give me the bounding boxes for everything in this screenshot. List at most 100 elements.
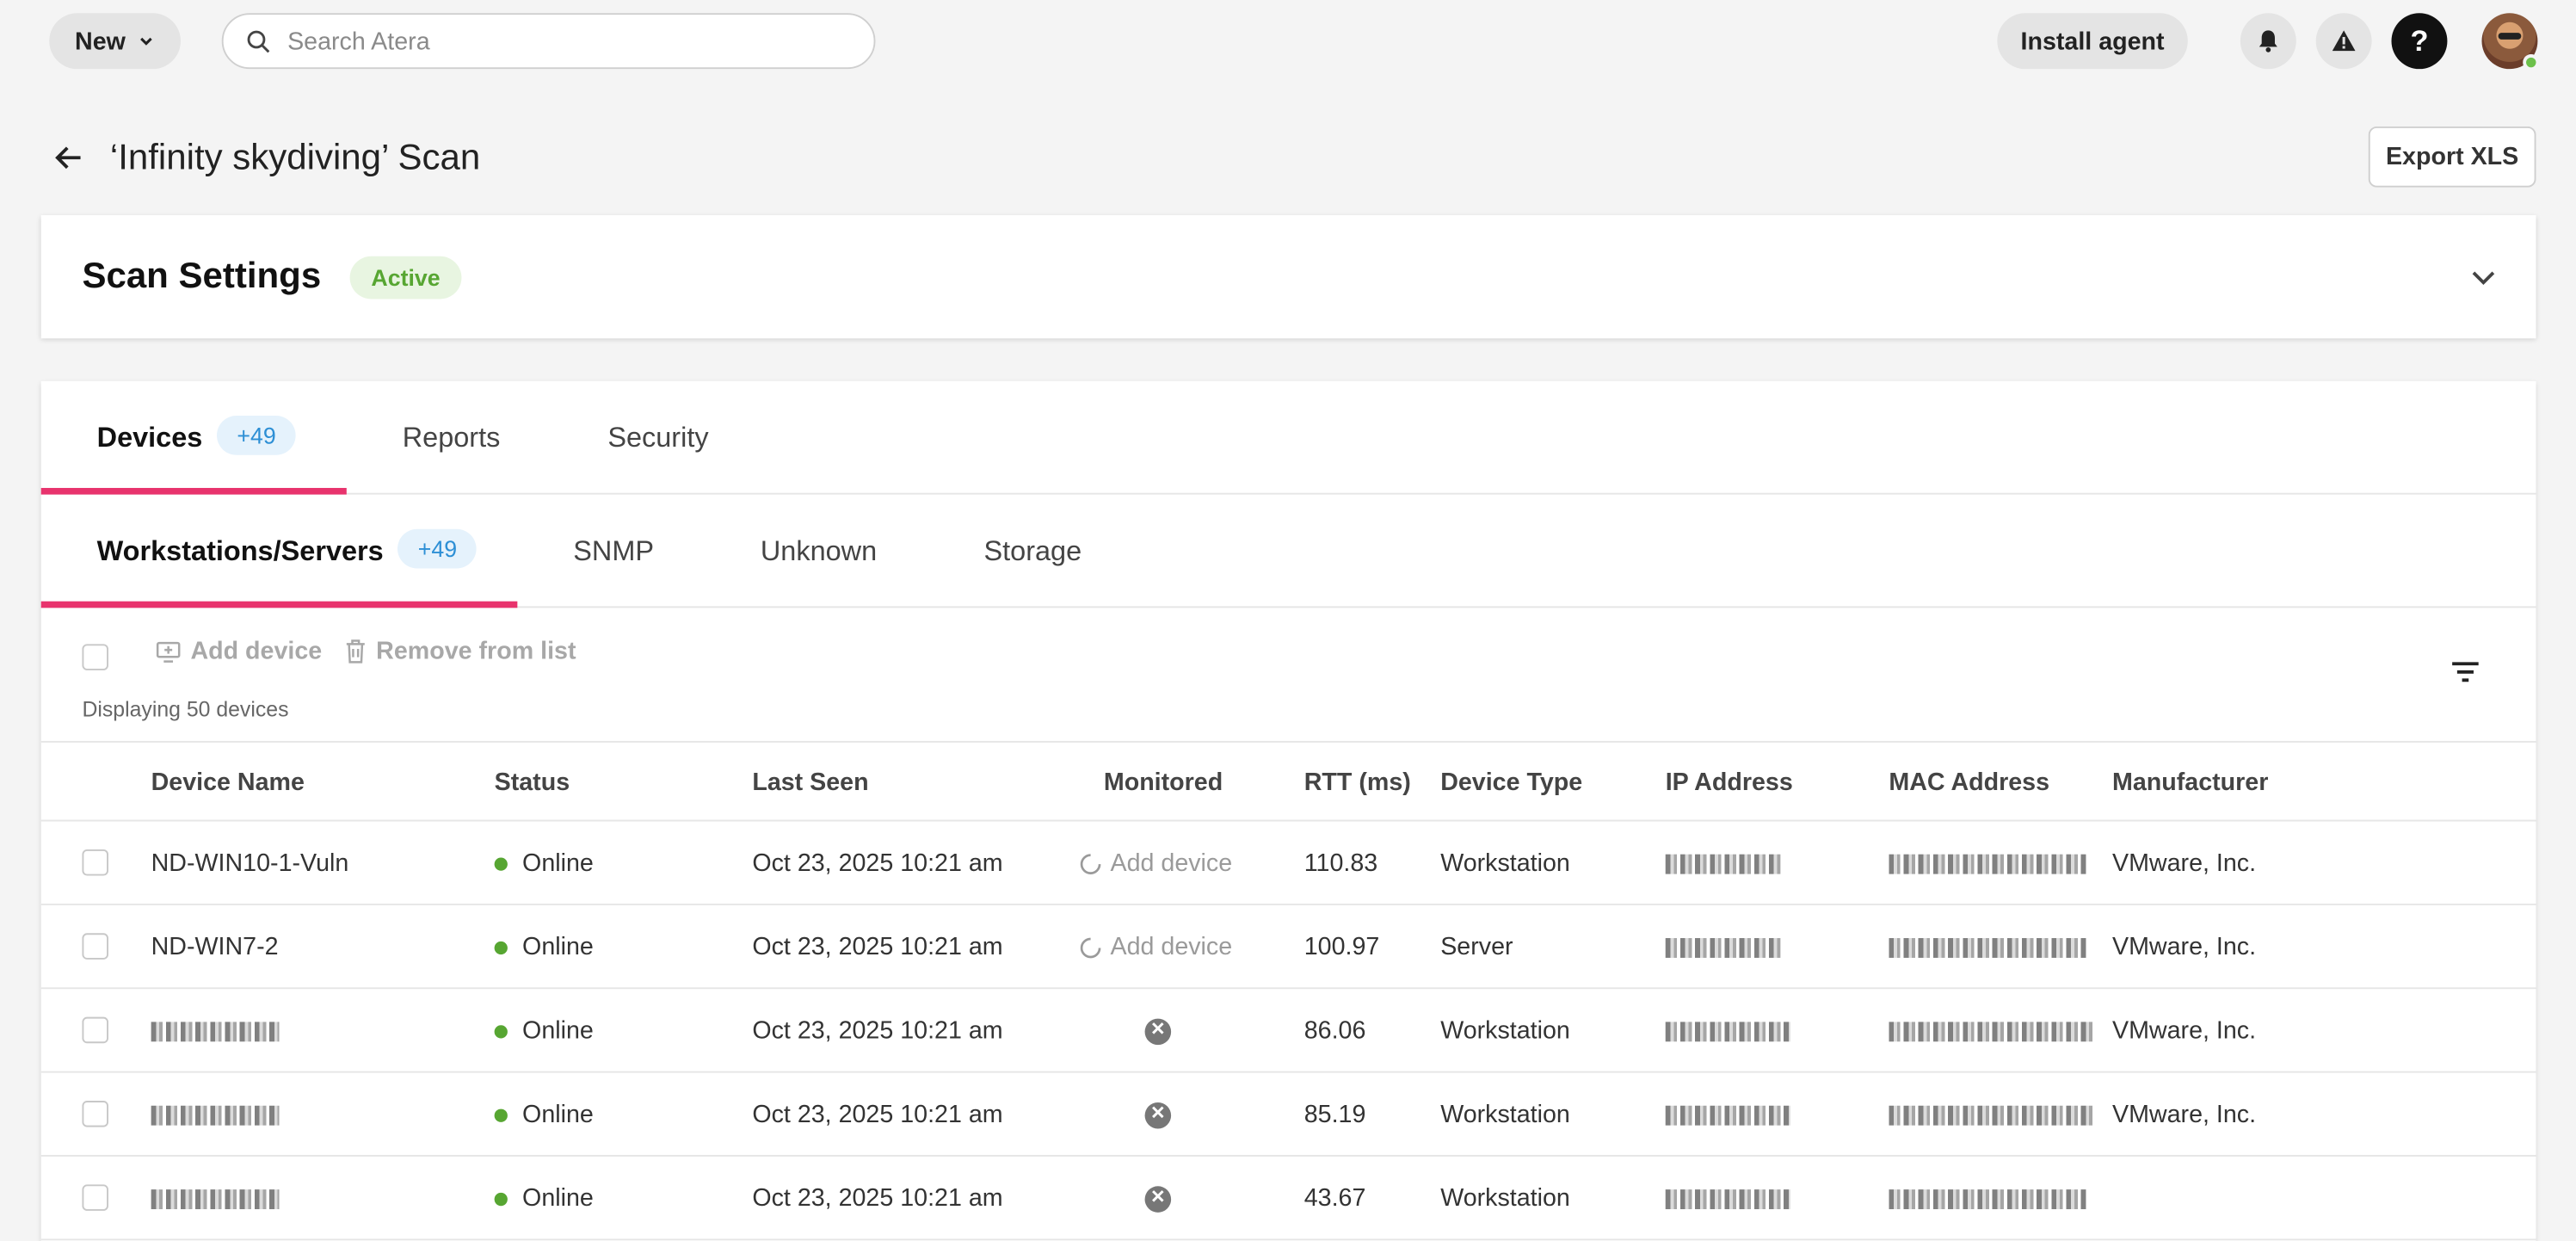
device-type: Server bbox=[1440, 933, 1513, 961]
sub-tabs: Workstations/Servers +49 SNMP Unknown St… bbox=[40, 495, 2536, 608]
online-dot bbox=[494, 1191, 508, 1206]
select-all-checkbox[interactable] bbox=[82, 644, 108, 670]
not-monitored-icon: ✕ bbox=[1144, 1185, 1172, 1212]
rtt-value: 43.67 bbox=[1303, 1184, 1366, 1213]
ip-address-redacted bbox=[1665, 989, 1790, 1072]
table-row[interactable]: Online Oct 23, 2025 10:21 am ✕ 85.19 Wor… bbox=[40, 1073, 2536, 1157]
avatar[interactable] bbox=[2481, 13, 2540, 71]
chevron-down-icon[interactable] bbox=[2467, 262, 2499, 294]
notifications-button[interactable] bbox=[2240, 13, 2296, 70]
tab-storage[interactable]: Storage bbox=[983, 495, 1082, 608]
bell-icon bbox=[2259, 30, 2277, 52]
add-device-label: Add device bbox=[190, 637, 323, 666]
status-text: Online bbox=[522, 1184, 594, 1213]
tab-security[interactable]: Security bbox=[607, 381, 708, 495]
device-name-redacted[interactable] bbox=[151, 1073, 280, 1157]
chevron-down-icon bbox=[140, 37, 153, 46]
add-device-text: Add device bbox=[1110, 933, 1233, 961]
not-monitored-cell: ✕ bbox=[1144, 1073, 1172, 1157]
install-agent-button[interactable]: Install agent bbox=[1997, 13, 2188, 70]
row-checkbox[interactable] bbox=[82, 1101, 108, 1127]
table-row[interactable]: Online Oct 23, 2025 10:21 am ✕ 86.06 Wor… bbox=[40, 989, 2536, 1073]
mac-address-redacted bbox=[1889, 1073, 2093, 1157]
device-type: Workstation bbox=[1440, 1184, 1570, 1213]
new-button-label: New bbox=[75, 27, 126, 55]
back-arrow-icon[interactable] bbox=[52, 141, 85, 174]
device-count-text: Displaying 50 devices bbox=[82, 696, 289, 722]
active-tab-indicator bbox=[40, 487, 347, 495]
row-checkbox[interactable] bbox=[82, 933, 108, 960]
device-name-redacted[interactable] bbox=[151, 989, 280, 1072]
col-manufacturer[interactable]: Manufacturer bbox=[2112, 743, 2268, 822]
col-ip-address[interactable]: IP Address bbox=[1666, 743, 1793, 822]
search-icon bbox=[247, 29, 270, 52]
scan-settings-title: Scan Settings bbox=[82, 254, 322, 296]
col-device-name[interactable]: Device Name bbox=[151, 743, 305, 822]
device-type: Workstation bbox=[1440, 1016, 1570, 1046]
rtt-value: 86.06 bbox=[1303, 1016, 1366, 1046]
device-name-redacted[interactable] bbox=[151, 1157, 280, 1240]
add-device-link[interactable]: Add device bbox=[1079, 822, 1232, 905]
table-row[interactable]: Online Oct 23, 2025 10:21 am ✕ 43.67 Wor… bbox=[40, 1157, 2536, 1241]
tab-snmp[interactable]: SNMP bbox=[573, 495, 654, 608]
filter-icon[interactable] bbox=[2450, 660, 2480, 683]
online-dot bbox=[494, 1024, 508, 1038]
mac-address-redacted bbox=[1889, 1157, 2086, 1240]
tab-devices-label: Devices bbox=[96, 421, 203, 453]
tab-workstations-servers[interactable]: Workstations/Servers +49 bbox=[96, 495, 478, 608]
active-subtab-indicator bbox=[40, 601, 518, 608]
status-cell: Online bbox=[494, 1157, 594, 1240]
mac-address-redacted bbox=[1889, 822, 2086, 905]
help-button[interactable]: ? bbox=[2391, 13, 2448, 70]
tab-devices-count-badge: +49 bbox=[217, 415, 296, 454]
table-row[interactable]: ND-WIN10-1-Vuln Online Oct 23, 2025 10:2… bbox=[40, 822, 2536, 905]
scan-settings-card[interactable]: Scan Settings Active bbox=[40, 215, 2536, 339]
status-cell: Online bbox=[494, 822, 594, 905]
not-monitored-icon: ✕ bbox=[1144, 1101, 1172, 1128]
device-name[interactable]: ND-WIN7-2 bbox=[151, 905, 279, 989]
device-type: Workstation bbox=[1440, 849, 1570, 878]
mac-address-redacted bbox=[1889, 905, 2086, 989]
status-text: Online bbox=[522, 1016, 594, 1046]
add-device-link[interactable]: Add device bbox=[1079, 905, 1232, 989]
online-dot bbox=[494, 856, 508, 870]
mac-address-redacted bbox=[1889, 989, 2093, 1072]
status-badge: Active bbox=[349, 256, 462, 299]
remove-from-list-label: Remove from list bbox=[376, 637, 576, 666]
row-checkbox[interactable] bbox=[82, 1184, 108, 1211]
ip-address-redacted bbox=[1665, 905, 1781, 989]
device-name[interactable]: ND-WIN10-1-Vuln bbox=[151, 822, 349, 905]
trash-icon bbox=[346, 639, 365, 664]
tab-workstations-servers-label: Workstations/Servers bbox=[96, 534, 384, 566]
col-device-type[interactable]: Device Type bbox=[1440, 743, 1582, 822]
col-status[interactable]: Status bbox=[495, 743, 570, 822]
row-checkbox[interactable] bbox=[82, 1016, 108, 1044]
col-rtt[interactable]: RTT (ms) bbox=[1304, 743, 1411, 822]
new-button[interactable]: New bbox=[49, 13, 181, 70]
export-xls-button[interactable]: Export XLS bbox=[2368, 126, 2536, 188]
ip-address-redacted bbox=[1665, 822, 1781, 905]
table-toolbar: Add device Remove from list Displaying 5… bbox=[40, 608, 2536, 743]
status-cell: Online bbox=[494, 989, 594, 1072]
not-monitored-cell: ✕ bbox=[1144, 1157, 1172, 1240]
status-cell: Online bbox=[494, 905, 594, 989]
alerts-button[interactable] bbox=[2315, 13, 2372, 70]
add-device-text: Add device bbox=[1110, 849, 1233, 878]
last-seen: Oct 23, 2025 10:21 am bbox=[752, 1016, 1003, 1046]
not-monitored-icon: ✕ bbox=[1144, 1017, 1172, 1045]
search-box[interactable] bbox=[221, 13, 876, 70]
add-device-button[interactable]: Add device bbox=[156, 638, 322, 665]
col-last-seen[interactable]: Last Seen bbox=[752, 743, 868, 822]
tab-unknown[interactable]: Unknown bbox=[761, 495, 877, 608]
remove-from-list-button[interactable]: Remove from list bbox=[345, 638, 576, 665]
col-mac-address[interactable]: MAC Address bbox=[1889, 743, 2049, 822]
avatar-glasses bbox=[2498, 33, 2522, 40]
rtt-value: 85.19 bbox=[1303, 1101, 1366, 1129]
tab-devices[interactable]: Devices +49 bbox=[97, 381, 296, 495]
col-monitored[interactable]: Monitored bbox=[1104, 743, 1223, 822]
search-input[interactable] bbox=[287, 27, 830, 55]
last-seen: Oct 23, 2025 10:21 am bbox=[752, 933, 1003, 961]
table-row[interactable]: ND-WIN7-2 Online Oct 23, 2025 10:21 am A… bbox=[40, 905, 2536, 990]
tab-reports[interactable]: Reports bbox=[403, 381, 501, 495]
row-checkbox[interactable] bbox=[82, 849, 108, 876]
